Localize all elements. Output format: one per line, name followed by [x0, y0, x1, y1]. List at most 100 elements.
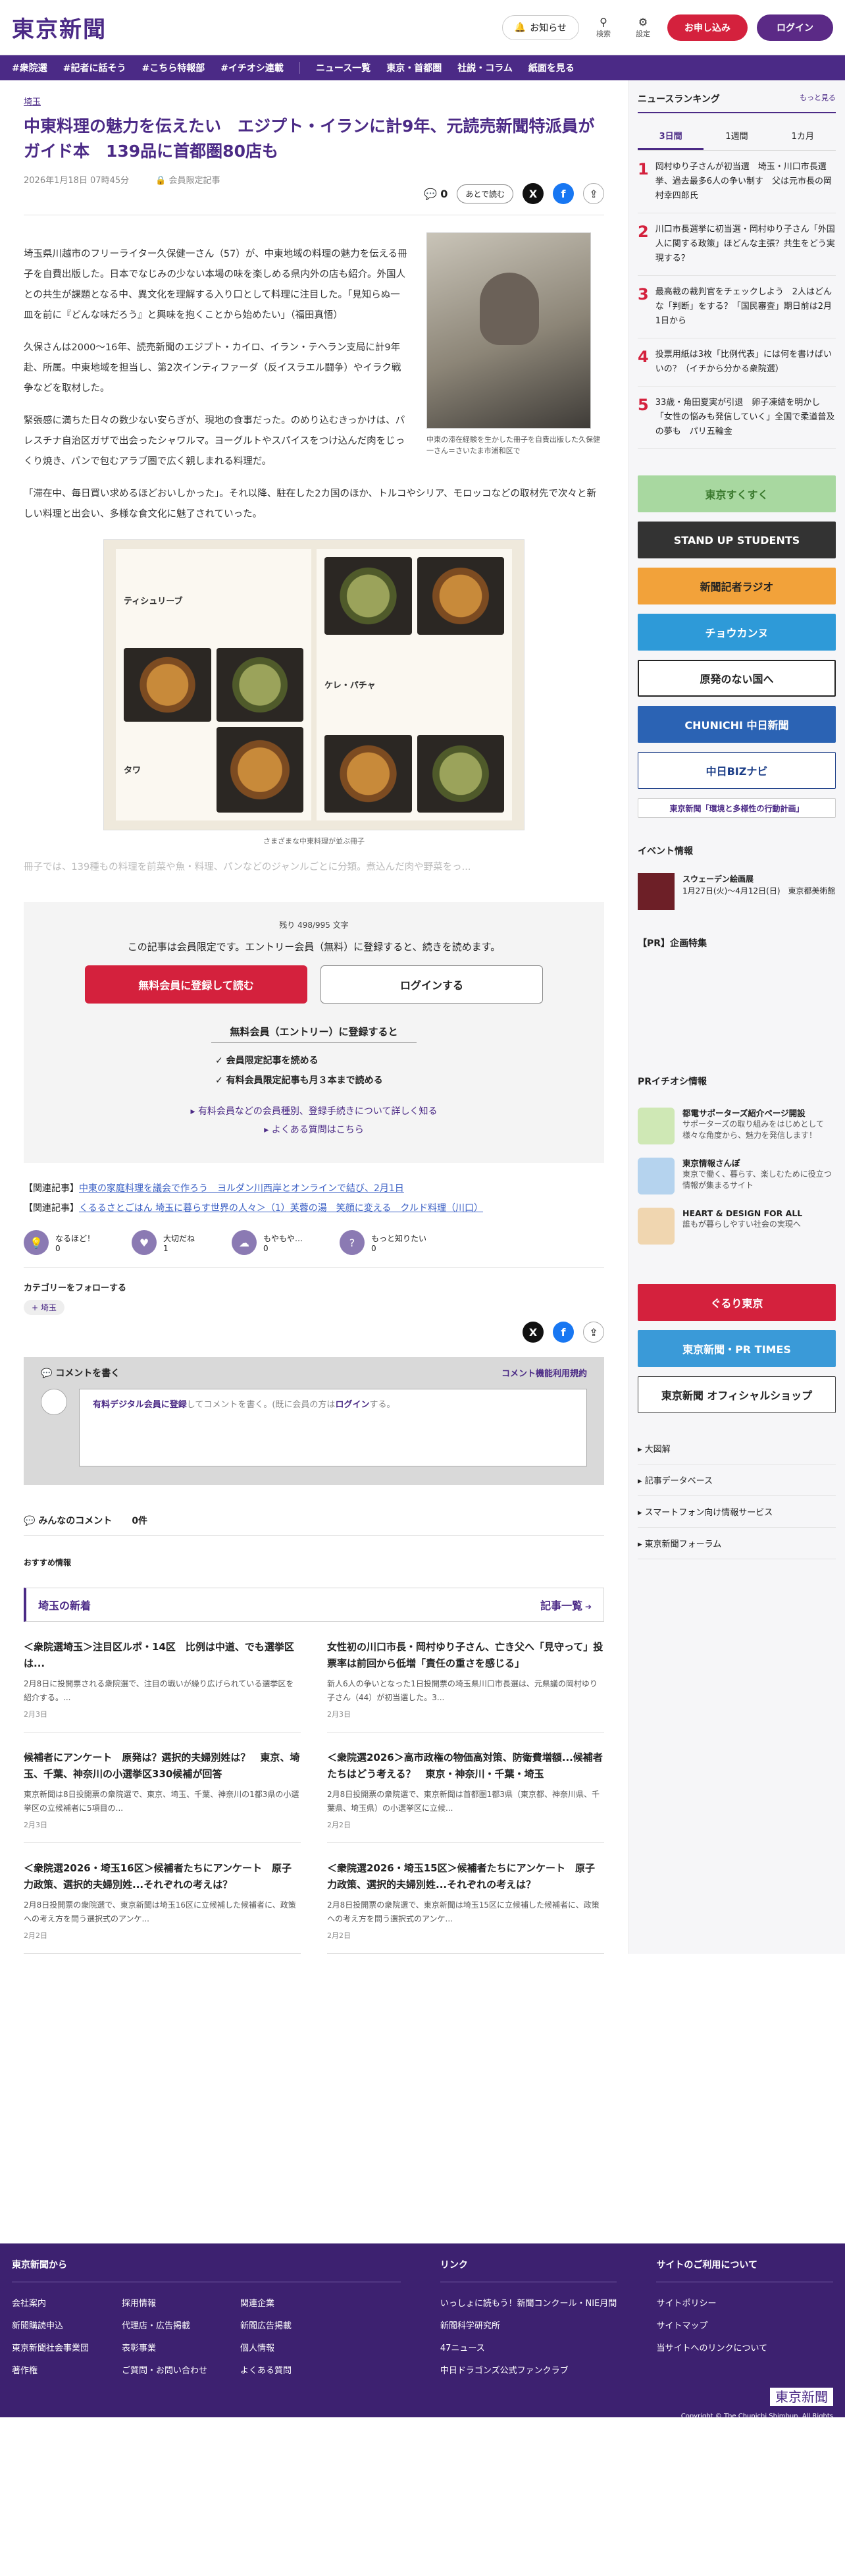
- chunichi-banner[interactable]: CHUNICHI 中日新聞: [638, 706, 836, 743]
- news-card[interactable]: ＜衆院選埼玉＞注目区ルポ・14区 比例は中道、でも選挙区は... 2月8日に投開票…: [24, 1622, 301, 1732]
- cloud-icon: ☁: [232, 1230, 257, 1255]
- pr-item[interactable]: 東京情報さんぽ 東京で働く、暮らす、楽しむために役立つ情報が集まるサイト: [638, 1158, 836, 1194]
- footer-link[interactable]: 表彰事業: [122, 2338, 207, 2360]
- x-share-icon[interactable]: X: [523, 1322, 544, 1343]
- related-link[interactable]: 中東の家庭料理を議会で作ろう ヨルダン川西岸とオンラインで結び、2月1日: [79, 1183, 404, 1194]
- nav-item[interactable]: 社説・コラム: [457, 61, 513, 74]
- footer-link[interactable]: 個人情報: [240, 2338, 292, 2360]
- nav-item[interactable]: ニュース一覧: [316, 61, 371, 74]
- news-card[interactable]: ＜衆院選2026＞高市政権の物価高対策、防衛費増額...候補者たちはどう考える？…: [327, 1732, 604, 1843]
- footer-link[interactable]: 関連企業: [240, 2293, 292, 2315]
- footer-logo[interactable]: 東京新聞: [770, 2388, 834, 2406]
- reaction-button[interactable]: ? もっと知りたい 0: [340, 1230, 426, 1255]
- tab-3days[interactable]: 3日間: [638, 122, 704, 150]
- ranking-item[interactable]: 2 川口市長選挙に初当選・岡村ゆり子さん「外国人に関する政策」ほどんな主張？共生を…: [638, 213, 836, 276]
- side-link[interactable]: ▸ 記事データベース: [638, 1464, 836, 1496]
- footer-link[interactable]: 新聞科学研究所: [440, 2315, 617, 2338]
- footer-link[interactable]: 採用情報: [122, 2293, 207, 2315]
- nav-item[interactable]: #衆院選: [12, 61, 47, 74]
- footer-link[interactable]: 東京新聞社会事業団: [12, 2338, 89, 2360]
- reaction-button[interactable]: ♥ 大切だね 1: [132, 1230, 195, 1255]
- share-icon[interactable]: ⇪: [583, 1322, 604, 1343]
- comment-textarea[interactable]: 有料デジタル会員に登録してコメントを書く。(既に会員の方はログインする。: [79, 1389, 587, 1466]
- comment-count[interactable]: 💬 0: [424, 188, 448, 200]
- pr-item[interactable]: HEART & DESIGN FOR ALL 誰もが暮らしやすい社会の実現へ: [638, 1208, 836, 1245]
- ranking-item[interactable]: 5 33歳・角田夏実が引退 卵子凍結を明かし「女性の悩みも発信していく」全国で柔道…: [638, 387, 836, 449]
- member-badge: 🔒 会員限定記事: [155, 176, 220, 186]
- nav-item[interactable]: 東京・首都圏: [386, 61, 442, 74]
- radio-banner[interactable]: 新聞記者ラジオ: [638, 568, 836, 604]
- nav-item[interactable]: #記者に話そう: [63, 61, 126, 74]
- free-register-button[interactable]: 無料会員に登録して読む: [85, 965, 307, 1004]
- share-icon[interactable]: ⇪: [583, 183, 604, 204]
- sukusuku-banner[interactable]: 東京すくすく: [638, 475, 836, 512]
- related-link[interactable]: くるるさとごはん 埼玉に暮らす世界の人々＞（1）芙蓉の湯 笑顔に変える クルド料…: [79, 1203, 483, 1214]
- comment-rules-link[interactable]: コメント機能利用規約: [501, 1366, 587, 1380]
- category-follow-tag[interactable]: + 埼玉: [24, 1300, 64, 1315]
- ranking-item[interactable]: 4 投票用紙は3枚「比例代表」には何を書けばいいの？（イチから分かる衆院選）: [638, 338, 836, 387]
- footer-link[interactable]: 新聞購読申込: [12, 2315, 89, 2338]
- biz-navi-banner[interactable]: 中日BIZナビ: [638, 752, 836, 789]
- related-articles: 【関連記事】中東の家庭料理を議会で作ろう ヨルダン川西岸とオンラインで結び、2月…: [24, 1183, 483, 1214]
- pr-times-banner[interactable]: 東京新聞・PR TIMES: [638, 1330, 836, 1367]
- recommend-heading: おすすめ情報: [24, 1558, 72, 1567]
- read-later-button[interactable]: あとで読む: [457, 184, 513, 203]
- news-card[interactable]: ＜衆院選2026・埼玉16区＞候補者たちにアンケート 原子力政策、選択的夫婦別姓…: [24, 1843, 301, 1954]
- question-icon: ?: [340, 1230, 365, 1255]
- footer-link[interactable]: 代理店・広告掲載: [122, 2315, 207, 2338]
- register-button[interactable]: お申し込み: [667, 14, 748, 41]
- chokanne-banner[interactable]: チョウカンヌ: [638, 614, 836, 651]
- event-item[interactable]: スウェーデン絵画展 1月27日(火)～4月12日(日) 東京都美術館: [638, 873, 836, 910]
- gururi-tokyo-banner[interactable]: ぐるり東京: [638, 1284, 836, 1321]
- site-logo[interactable]: 東京新聞: [12, 11, 107, 43]
- reaction-button[interactable]: 💡 なるほど！ 0: [24, 1230, 95, 1255]
- side-link[interactable]: ▸ スマートフォン向け情報サービス: [638, 1496, 836, 1528]
- search-button[interactable]: ⚲ 検索: [588, 16, 619, 39]
- nav-item[interactable]: 紙面を見る: [528, 61, 575, 74]
- news-card[interactable]: 候補者にアンケート 原発は？選択的夫婦別姓は？ 東京、埼玉、千葉、神奈川の小選挙…: [24, 1732, 301, 1843]
- side-link[interactable]: ▸ 大図解: [638, 1433, 836, 1464]
- footer-link[interactable]: 著作権: [12, 2360, 89, 2382]
- side-link[interactable]: ▸ 東京新聞フォーラム: [638, 1528, 836, 1559]
- footer-link[interactable]: 中日ドラゴンズ公式ファンクラブ: [440, 2360, 617, 2382]
- footer-link[interactable]: ご質問・お問い合わせ: [122, 2360, 207, 2382]
- stand-up-students-banner[interactable]: STAND UP STUDENTS: [638, 522, 836, 558]
- news-card[interactable]: 女性初の川口市長・岡村ゆり子さん、亡き父へ「見守って」投票率は前回から低増「責任…: [327, 1622, 604, 1732]
- settings-button[interactable]: ⚙ 設定: [628, 16, 658, 39]
- footer-link[interactable]: サイトポリシー: [656, 2293, 833, 2315]
- reaction-button[interactable]: ☁ もやもや… 0: [232, 1230, 303, 1255]
- news-card[interactable]: ＜衆院選2026・埼玉15区＞候補者たちにアンケート 原子力政策、選択的夫婦別姓…: [327, 1843, 604, 1954]
- nav-item[interactable]: #こちら特報部: [141, 61, 205, 74]
- tab-1month[interactable]: 1カ月: [770, 122, 836, 150]
- official-shop-banner[interactable]: 東京新聞 オフィシャルショップ: [638, 1376, 836, 1413]
- book-photo[interactable]: ティシュリーブ タワ ケレ・パチャ: [103, 539, 525, 830]
- footer-link[interactable]: サイトマップ: [656, 2315, 833, 2338]
- footer-link[interactable]: 会社案内: [12, 2293, 89, 2315]
- facebook-share-icon[interactable]: f: [553, 1322, 574, 1343]
- article-photo[interactable]: [426, 232, 591, 429]
- no-nuclear-banner[interactable]: 原発のない国へ: [638, 660, 836, 697]
- article-list-link[interactable]: 記事一覧 ➔: [540, 1597, 592, 1613]
- footer-link[interactable]: 当サイトへのリンクについて: [656, 2338, 833, 2360]
- paywall-login-button[interactable]: ログインする: [320, 965, 543, 1004]
- footer-link[interactable]: いっしょに読もう！新聞コンクール・NIE月間: [440, 2293, 617, 2315]
- faq-link[interactable]: ▸ よくある質問はこちら: [50, 1121, 578, 1139]
- region-news-header: 埼玉の新着 記事一覧 ➔: [24, 1588, 604, 1622]
- facebook-share-icon[interactable]: f: [553, 183, 574, 204]
- pr-item[interactable]: 都電サポーターズ紹介ページ開設 サポーターズの取り組みをはじめとして様々な角度から…: [638, 1108, 836, 1144]
- notice-button[interactable]: 🔔 お知らせ: [501, 14, 579, 40]
- nav-item[interactable]: #イチオシ連載: [220, 61, 284, 74]
- ranking-item[interactable]: 1 岡村ゆり子さんが初当選 埼玉・川口市長選挙、過去最多6人の争い制す 父は元市長…: [638, 151, 836, 213]
- member-info-link[interactable]: ▸ 有料会員などの会員種別、登録手続きについて詳しく知る: [50, 1102, 578, 1121]
- footer-link[interactable]: 47ニュース: [440, 2338, 617, 2360]
- article-paragraph: 埼玉県川越市のフリーライター久保健一さん（57）が、中東地域の料理の魅力を伝える…: [24, 249, 407, 321]
- tab-1week[interactable]: 1週間: [704, 122, 769, 150]
- x-share-icon[interactable]: X: [523, 183, 544, 204]
- login-button[interactable]: ログイン: [757, 14, 833, 41]
- diversity-banner[interactable]: 東京新聞「環境と多様性の行動計画」: [638, 798, 836, 818]
- ranking-item[interactable]: 3 最高裁の裁判官をチェックしよう 2人はどんな「判断」をする？「国民審査」期日前…: [638, 276, 836, 338]
- footer-link[interactable]: よくある質問: [240, 2360, 292, 2382]
- article-tag[interactable]: 埼玉: [24, 97, 41, 107]
- ranking-more-link[interactable]: もっと見る: [800, 92, 836, 105]
- footer-link[interactable]: 新聞広告掲載: [240, 2315, 292, 2338]
